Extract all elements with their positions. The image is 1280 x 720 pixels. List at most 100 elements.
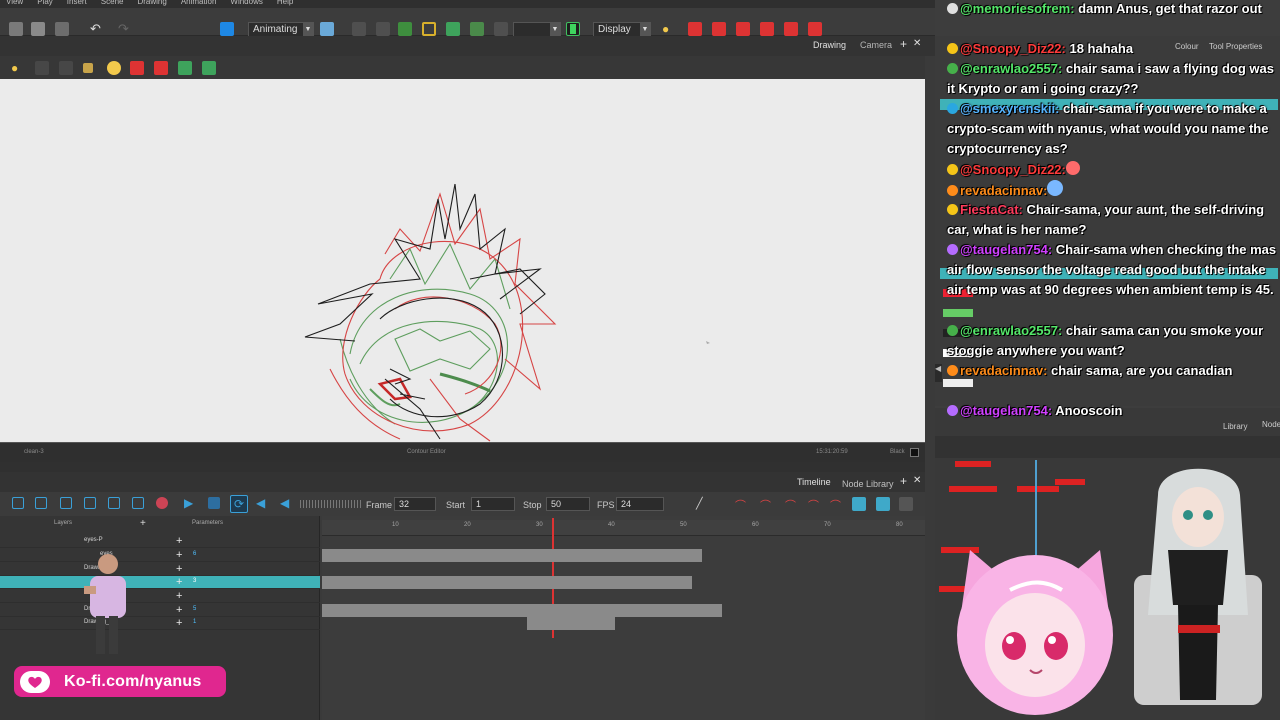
layer-row[interactable]: Drawing_2 + 5 bbox=[0, 604, 320, 617]
add-icon[interactable]: + bbox=[176, 535, 182, 547]
menu-help[interactable]: Help bbox=[277, 0, 293, 8]
layer-row[interactable]: + bbox=[0, 590, 320, 603]
next-frame-icon[interactable] bbox=[108, 497, 120, 509]
layer-row[interactable]: Drawing_3 + 1 bbox=[0, 617, 320, 630]
add-tab-icon[interactable]: + bbox=[900, 37, 907, 51]
frame-ruler[interactable]: 10 20 30 40 50 60 70 80 bbox=[322, 520, 925, 536]
tool-icon[interactable] bbox=[876, 497, 890, 511]
menu-play[interactable]: Play bbox=[37, 0, 53, 8]
ease-icon[interactable]: ⌒ bbox=[760, 497, 774, 512]
undo-icon[interactable]: ↶ bbox=[90, 22, 104, 36]
ease-icon[interactable]: ⌒ bbox=[808, 497, 822, 512]
onion-prev-icon[interactable] bbox=[712, 22, 726, 36]
redo-icon[interactable]: ↷ bbox=[118, 22, 132, 36]
speed-slider[interactable] bbox=[300, 500, 362, 508]
onion-reduce-icon[interactable] bbox=[784, 22, 798, 36]
fps-field[interactable]: 24 bbox=[616, 497, 664, 511]
rotate-tool-icon[interactable] bbox=[376, 22, 390, 36]
grid-tool-icon[interactable] bbox=[494, 22, 508, 36]
frame-field[interactable]: 32 bbox=[394, 497, 436, 511]
record-icon[interactable] bbox=[156, 497, 168, 509]
menu-windows[interactable]: Windows bbox=[230, 0, 262, 8]
tab-node-library[interactable]: Node Library bbox=[842, 479, 894, 489]
sound-scrub-icon[interactable]: ◀ bbox=[280, 496, 294, 510]
first-frame-icon[interactable] bbox=[12, 497, 24, 509]
tool-icon[interactable] bbox=[899, 497, 913, 511]
prev-key-icon[interactable] bbox=[60, 497, 72, 509]
add-layer-icon[interactable]: + bbox=[140, 518, 146, 529]
transform-tool-icon[interactable] bbox=[352, 22, 366, 36]
frame-tool-icon[interactable] bbox=[422, 22, 436, 36]
tool-icon[interactable] bbox=[35, 61, 49, 75]
line-icon[interactable]: ╱ bbox=[696, 497, 710, 511]
kofi-banner[interactable]: Ko-fi.com/nyanus bbox=[14, 666, 226, 697]
onion-icon[interactable] bbox=[154, 61, 168, 75]
ease-icon[interactable]: ⌒ bbox=[830, 497, 844, 512]
bg-color-swatch[interactable] bbox=[910, 448, 919, 457]
onion-icon[interactable] bbox=[202, 61, 216, 75]
brush-tool-icon[interactable] bbox=[220, 22, 234, 36]
tab-drawing[interactable]: Drawing bbox=[813, 40, 846, 50]
add-icon[interactable]: + bbox=[176, 617, 182, 629]
play-icon[interactable]: ▶ bbox=[184, 496, 198, 510]
onion-skin-icon[interactable] bbox=[688, 22, 702, 36]
layer-tool-icon[interactable] bbox=[446, 22, 460, 36]
layer-row-selected[interactable]: + 3 bbox=[0, 576, 320, 589]
close-icon[interactable]: ✕ bbox=[913, 475, 921, 486]
tab-node[interactable]: Node bbox=[1262, 420, 1280, 429]
menu-insert[interactable]: Insert bbox=[67, 0, 87, 8]
add-tab-icon[interactable]: + bbox=[900, 474, 907, 488]
tab-library[interactable]: Library bbox=[1223, 422, 1247, 431]
add-icon[interactable]: + bbox=[176, 604, 182, 616]
tab-camera[interactable]: Camera bbox=[860, 40, 892, 50]
node-block[interactable] bbox=[1055, 479, 1085, 485]
next-key-icon[interactable] bbox=[84, 497, 96, 509]
animate-toggle-icon[interactable] bbox=[566, 22, 580, 36]
play-selection-icon[interactable] bbox=[208, 497, 220, 509]
onion-next-icon[interactable] bbox=[736, 22, 750, 36]
loop-icon[interactable]: ⟳ bbox=[230, 495, 248, 513]
light-icon[interactable] bbox=[107, 61, 121, 75]
import-icon[interactable] bbox=[55, 22, 69, 36]
peg-tool-icon[interactable] bbox=[398, 22, 412, 36]
tab-timeline[interactable]: Timeline bbox=[797, 477, 831, 487]
frame-track[interactable] bbox=[322, 549, 925, 562]
tool-icon[interactable] bbox=[59, 61, 73, 75]
layer-row[interactable]: eyes-P + bbox=[0, 535, 320, 548]
add-icon[interactable]: + bbox=[176, 590, 182, 602]
save-all-icon[interactable] bbox=[31, 22, 45, 36]
tool-icon[interactable] bbox=[83, 63, 93, 73]
node-block[interactable] bbox=[1017, 486, 1059, 492]
light-bulb-icon[interactable]: ● bbox=[662, 22, 676, 36]
onion-range-icon[interactable] bbox=[760, 22, 774, 36]
sound-icon[interactable]: ◀ bbox=[256, 496, 270, 510]
save-icon[interactable] bbox=[9, 22, 23, 36]
layer-row[interactable]: Drawing + bbox=[0, 563, 320, 576]
move-tool-icon[interactable] bbox=[470, 22, 484, 36]
add-icon[interactable]: + bbox=[176, 549, 182, 561]
frame-track[interactable] bbox=[322, 576, 925, 589]
stop-field[interactable]: 50 bbox=[546, 497, 590, 511]
onion-icon[interactable] bbox=[130, 61, 144, 75]
add-icon[interactable]: + bbox=[176, 576, 182, 588]
close-icon[interactable]: ✕ bbox=[913, 38, 921, 49]
add-icon[interactable]: + bbox=[176, 563, 182, 575]
camera-tool-icon[interactable] bbox=[320, 22, 334, 36]
menu-animation[interactable]: Animation bbox=[181, 0, 217, 8]
drawing-canvas[interactable] bbox=[0, 79, 925, 442]
node-block[interactable] bbox=[955, 461, 991, 467]
collapse-arrow-icon[interactable]: ◀ bbox=[935, 364, 942, 382]
ease-icon[interactable]: ⌒ bbox=[735, 497, 749, 512]
frames-panel[interactable]: 10 20 30 40 50 60 70 80 bbox=[322, 516, 925, 720]
ease-icon[interactable]: ⌒ bbox=[785, 497, 799, 512]
onion-icon[interactable] bbox=[178, 61, 192, 75]
start-field[interactable]: 1 bbox=[471, 497, 515, 511]
menu-scene[interactable]: Scene bbox=[101, 0, 124, 8]
frame-track[interactable] bbox=[322, 604, 925, 617]
prev-frame-icon[interactable] bbox=[35, 497, 47, 509]
frame-track[interactable] bbox=[527, 617, 615, 630]
onion-add-icon[interactable] bbox=[808, 22, 822, 36]
tool-icon[interactable] bbox=[852, 497, 866, 511]
layer-row[interactable]: eyes + 6 bbox=[0, 549, 320, 562]
panel-splitter[interactable] bbox=[0, 462, 925, 472]
